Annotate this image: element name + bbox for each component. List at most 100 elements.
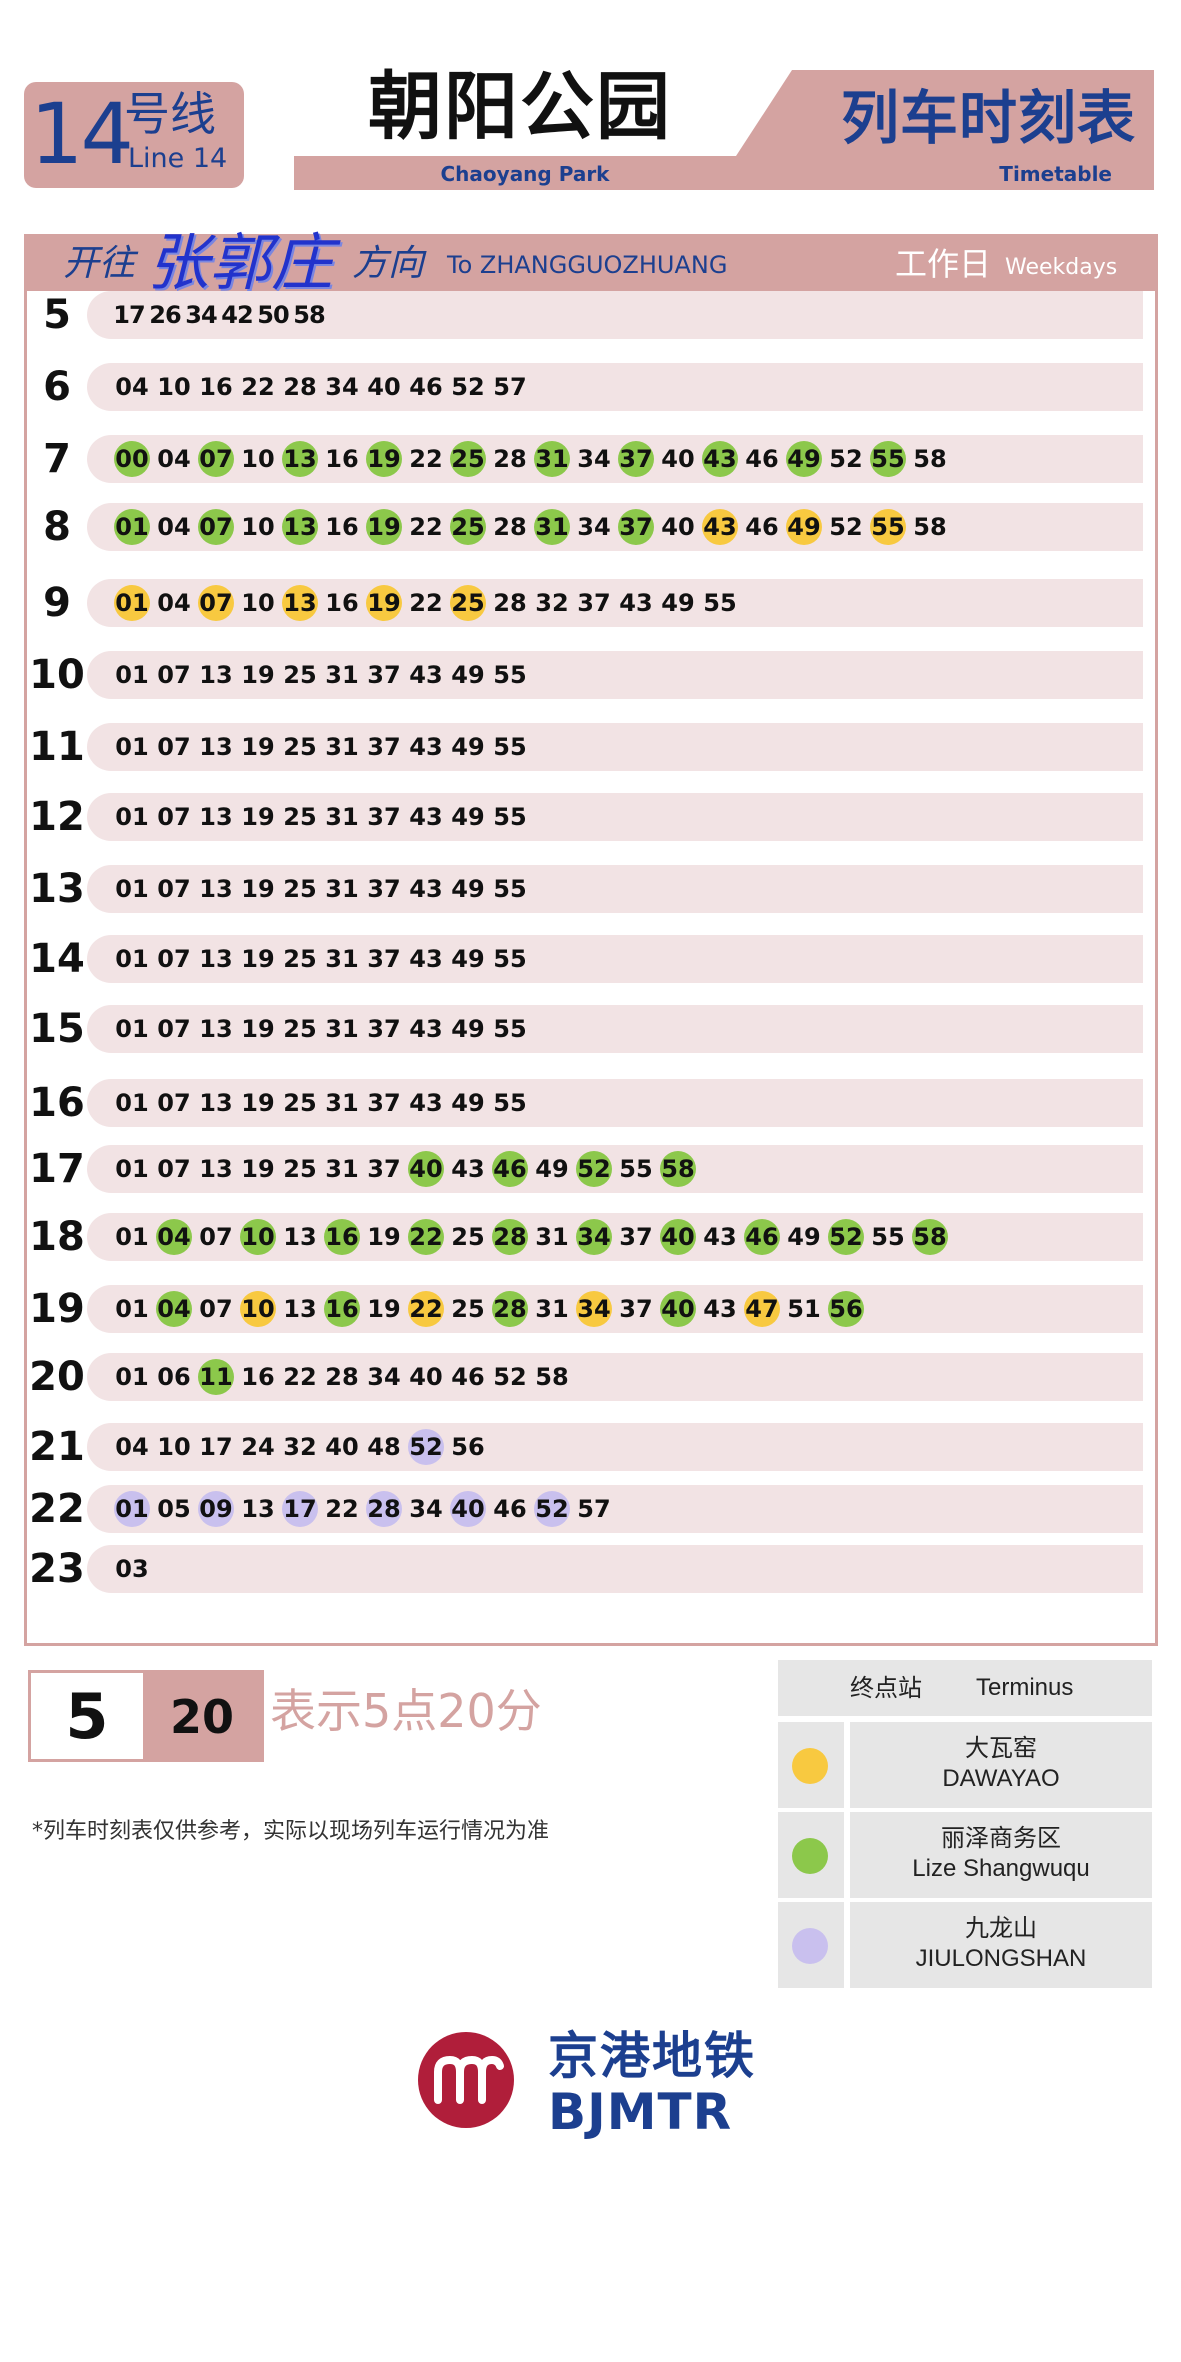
minute-value: 49 xyxy=(451,875,485,903)
minute-value: 07 xyxy=(157,803,191,831)
departure-minute: 07 xyxy=(153,871,195,907)
departure-minute: 09 xyxy=(195,1491,237,1527)
brand-name-en: BJMTR xyxy=(548,2083,733,2141)
departure-minute: 25 xyxy=(279,941,321,977)
minute-list: 01 07 13 19 25 31 37 43 49 55 xyxy=(111,1005,531,1053)
departure-minute: 49 xyxy=(447,657,489,693)
departure-minute: 43 xyxy=(405,941,447,977)
departure-minute: 37 xyxy=(363,799,405,835)
departure-minute: 19 xyxy=(237,941,279,977)
minute-value: 25 xyxy=(283,1089,317,1117)
departure-minute: 10 xyxy=(237,441,279,477)
minute-value: 22 xyxy=(408,1219,444,1255)
minute-value: 43 xyxy=(409,1015,443,1043)
minute-value: 34 xyxy=(577,513,611,541)
minute-value: 55 xyxy=(871,1223,905,1251)
minute-value: 05 xyxy=(157,1495,191,1523)
hour-label: 17 xyxy=(29,1146,85,1192)
departure-minute: 25 xyxy=(447,1219,489,1255)
hour-row: 12 01 07 13 19 25 31 37 43 49 55 xyxy=(27,779,1155,841)
minute-value: 31 xyxy=(325,733,359,761)
minute-value: 25 xyxy=(283,945,317,973)
departure-minute: 28 xyxy=(363,1491,405,1527)
departure-minute: 51 xyxy=(783,1291,825,1327)
departure-minute: 43 xyxy=(405,1085,447,1121)
minute-value: 51 xyxy=(787,1295,821,1323)
minute-value: 43 xyxy=(409,733,443,761)
minute-list: 03 xyxy=(111,1545,153,1593)
departure-minute: 55 xyxy=(489,871,531,907)
minute-value: 49 xyxy=(535,1155,569,1183)
departure-minute: 06 xyxy=(153,1359,195,1395)
minute-value: 37 xyxy=(619,1223,653,1251)
minute-value: 37 xyxy=(367,1155,401,1183)
minute-value: 52 xyxy=(829,445,863,473)
departure-minute: 22 xyxy=(405,585,447,621)
minute-value: 34 xyxy=(576,1291,612,1327)
departure-minute: 19 xyxy=(363,1291,405,1327)
hour-row: 6 04 10 16 22 28 34 40 46 52 57 xyxy=(27,349,1155,411)
minute-value: 43 xyxy=(409,945,443,973)
departure-minute: 49 xyxy=(783,441,825,477)
departure-minute: 04 xyxy=(153,1291,195,1327)
departure-minute: 25 xyxy=(279,1085,321,1121)
minute-value: 50 xyxy=(257,301,289,329)
departure-minute: 46 xyxy=(447,1359,489,1395)
departure-minute: 43 xyxy=(405,729,447,765)
minute-value: 31 xyxy=(534,441,570,477)
departure-minute: 55 xyxy=(699,585,741,621)
minute-list: 01 07 13 19 25 31 37 43 49 55 xyxy=(111,723,531,771)
departure-minute: 31 xyxy=(321,1011,363,1047)
departure-minute: 43 xyxy=(615,585,657,621)
departure-minute: 52 xyxy=(825,441,867,477)
departure-minute: 37 xyxy=(573,585,615,621)
minute-value: 13 xyxy=(199,1089,233,1117)
minute-value: 19 xyxy=(241,1015,275,1043)
departure-minute: 13 xyxy=(195,871,237,907)
minute-value: 56 xyxy=(451,1433,485,1461)
minute-value: 13 xyxy=(283,1295,317,1323)
minute-value: 43 xyxy=(409,803,443,831)
hour-label: 10 xyxy=(29,652,85,698)
minute-value: 01 xyxy=(115,1223,149,1251)
minute-value: 19 xyxy=(241,1089,275,1117)
minute-value: 25 xyxy=(283,803,317,831)
minute-value: 31 xyxy=(325,875,359,903)
minute-value: 48 xyxy=(367,1433,401,1461)
line-label-cn: 号线 xyxy=(124,87,216,141)
minute-value: 01 xyxy=(115,803,149,831)
minute-value: 09 xyxy=(198,1491,234,1527)
minute-value: 19 xyxy=(241,661,275,689)
departure-minute: 17 xyxy=(279,1491,321,1527)
minute-value: 31 xyxy=(325,803,359,831)
minute-value: 10 xyxy=(240,1219,276,1255)
departure-minute: 07 xyxy=(153,729,195,765)
departure-minute: 43 xyxy=(447,1151,489,1187)
departure-minute: 55 xyxy=(867,441,909,477)
departure-minute: 22 xyxy=(279,1359,321,1395)
departure-minute: 52 xyxy=(825,1219,867,1255)
hour-label: 8 xyxy=(43,504,71,550)
minute-list: 01 07 13 19 25 31 37 43 49 55 xyxy=(111,793,531,841)
minute-value: 13 xyxy=(199,803,233,831)
minute-value: 46 xyxy=(451,1363,485,1391)
departure-minute: 43 xyxy=(699,509,741,545)
minute-value: 22 xyxy=(325,1495,359,1523)
minute-value: 55 xyxy=(493,803,527,831)
minute-value: 55 xyxy=(493,1015,527,1043)
departure-minute: 25 xyxy=(447,585,489,621)
departure-minute: 19 xyxy=(237,871,279,907)
minute-value: 37 xyxy=(367,945,401,973)
departure-minute: 43 xyxy=(699,1291,741,1327)
departure-minute: 49 xyxy=(447,729,489,765)
minute-value: 37 xyxy=(577,589,611,617)
minute-value: 25 xyxy=(283,1155,317,1183)
departure-minute: 25 xyxy=(447,1291,489,1327)
minute-value: 55 xyxy=(493,875,527,903)
departure-minute: 43 xyxy=(699,441,741,477)
minute-value: 22 xyxy=(408,1291,444,1327)
station-name-en: Chaoyang Park xyxy=(440,162,610,186)
departure-minute: 34 xyxy=(573,509,615,545)
departure-minute: 01 xyxy=(111,1219,153,1255)
minute-value: 49 xyxy=(661,589,695,617)
